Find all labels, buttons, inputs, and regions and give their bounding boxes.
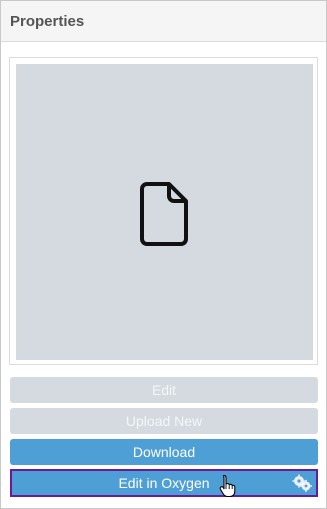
panel-title: Properties <box>10 13 85 30</box>
file-icon <box>140 182 188 246</box>
hand-cursor-icon <box>219 474 236 498</box>
download-button[interactable]: Download <box>10 439 318 465</box>
edit-in-oxygen-label: Edit in Oxygen <box>118 475 210 491</box>
properties-panel: Properties Edit Upload New Download Edit… <box>0 0 327 509</box>
panel-header: Properties <box>1 1 326 42</box>
gears-icon[interactable] <box>292 474 312 492</box>
edit-in-oxygen-button[interactable]: Edit in Oxygen <box>10 469 318 497</box>
file-preview <box>16 64 313 360</box>
edit-button[interactable]: Edit <box>10 377 318 403</box>
upload-new-button[interactable]: Upload New <box>10 408 318 434</box>
preview-frame <box>9 57 318 365</box>
